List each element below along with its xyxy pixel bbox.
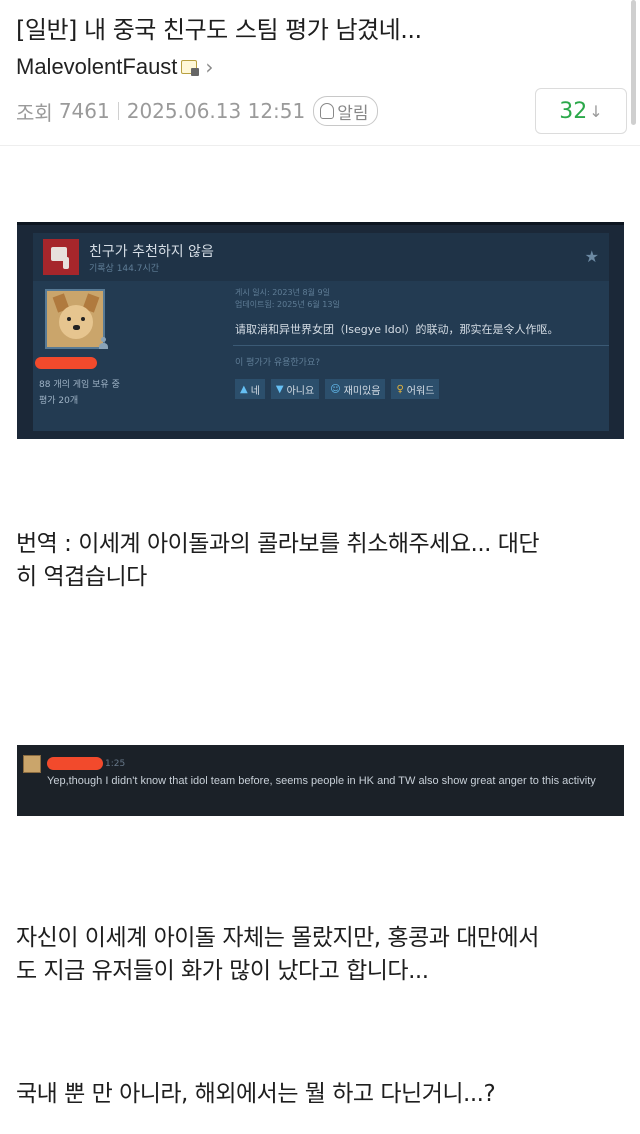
commenter-avatar <box>23 755 41 773</box>
post-meta: 조회 7461 2025.06.13 12:51 알림 <box>16 96 378 126</box>
meta-divider <box>117 102 119 120</box>
redacted-username <box>35 357 97 369</box>
alarm-button[interactable]: 알림 <box>313 96 378 126</box>
rating-buttons: ▲ 네 ▼ 아니요 ☺ 재미있음 ♀ 어워드 <box>235 379 440 399</box>
arrow-down-icon: ↓ <box>589 101 603 121</box>
post-datetime: 2025.06.13 12:51 <box>126 99 306 123</box>
bell-icon <box>320 103 335 119</box>
context-line-2: 도 지금 유저들이 화가 많이 났다고 합니다... <box>16 958 429 984</box>
alarm-label: 알림 <box>337 103 369 124</box>
helpful-yes-button[interactable]: ▲ 네 <box>235 379 265 399</box>
review-divider <box>233 345 609 346</box>
person-icon <box>99 337 108 349</box>
steam-review-screenshot: 친구가 추천하지 않음 기록상 144.7시간 ★ 88 개의 게임 보유 중 … <box>17 222 624 439</box>
helpful-question: 이 평가가 유용한가요? <box>235 358 321 368</box>
thumbs-down-icon <box>43 239 79 275</box>
redacted-commenter-name <box>47 757 103 770</box>
chevron-right-icon[interactable]: › <box>205 55 213 79</box>
updated-date: 업데이트됨: 2025년 6월 13일 <box>235 300 340 309</box>
comment-screenshot: 1:25 Yep,though I didn't know that idol … <box>17 745 624 816</box>
steam-review-panel: 친구가 추천하지 않음 기록상 144.7시간 ★ 88 개의 게임 보유 중 … <box>33 233 609 431</box>
post-title: [일반] 내 중국 친구도 스팀 평가 남겼네... <box>16 16 422 44</box>
award-icon: ♀ <box>396 383 404 395</box>
award-button[interactable]: ♀ 어워드 <box>391 379 440 399</box>
translation-line-2: 히 역겹습니다 <box>16 564 147 590</box>
review-text: 请取消和异世界女团（Isegye Idol）的联动，那实在是令人作呕。 <box>235 323 559 336</box>
thumbs-up-icon: ▲ <box>240 383 248 395</box>
posted-date: 게시 일시: 2023년 8월 9일 <box>235 288 330 297</box>
translation-paragraph: 번역 : 이세계 아이돌과의 콜라보를 취소해주세요... 대단 히 역겹습니다 <box>16 528 540 594</box>
review-playtime: 기록상 144.7시간 <box>89 264 160 274</box>
author-row[interactable]: MalevolentFaust › <box>16 54 213 80</box>
steam-review-header: 친구가 추천하지 않음 기록상 144.7시간 ★ <box>33 233 609 281</box>
star-icon: ★ <box>584 247 599 266</box>
comment-text: Yep,though I didn't know that idol team … <box>47 775 596 787</box>
scrollbar[interactable] <box>631 0 636 125</box>
helpful-no-button[interactable]: ▼ 아니요 <box>270 379 320 399</box>
funny-button[interactable]: ☺ 재미있음 <box>325 379 386 399</box>
context-line-1: 자신이 이세계 아이돌 자체는 몰랐지만, 홍콩과 대만에서 <box>16 925 539 951</box>
thumbs-down-icon: ▼ <box>275 383 284 395</box>
closing-paragraph: 국내 뿐 만 아니라, 해외에서는 뭘 하고 다닌거니...? <box>16 1078 496 1111</box>
smiley-icon: ☺ <box>330 383 341 395</box>
closing-line-1: 국내 뿐 만 아니라, 해외에서는 뭘 하고 다닌거니...? <box>16 1081 496 1107</box>
views-label: 조회 <box>16 100 53 125</box>
translation-line-1: 번역 : 이세계 아이돌과의 콜라보를 취소해주세요... 대단 <box>16 531 540 557</box>
views-count: 7461 <box>58 99 110 123</box>
vote-count: 32 <box>559 98 588 124</box>
comment-time: 1:25 <box>105 759 126 769</box>
header-divider <box>0 145 640 146</box>
review-count: 평가 20개 <box>39 396 79 406</box>
context-paragraph: 자신이 이세계 아이돌 자체는 몰랐지만, 홍콩과 대만에서 도 지금 유저들이… <box>16 922 539 988</box>
author-name[interactable]: MalevolentFaust <box>16 54 177 80</box>
vote-count-button[interactable]: 32 ↓ <box>535 88 627 134</box>
reviewer-avatar <box>45 289 105 349</box>
owned-games: 88 개의 게임 보유 중 <box>39 380 120 390</box>
user-badge-icon <box>181 60 200 76</box>
review-verdict: 친구가 추천하지 않음 <box>89 244 214 260</box>
